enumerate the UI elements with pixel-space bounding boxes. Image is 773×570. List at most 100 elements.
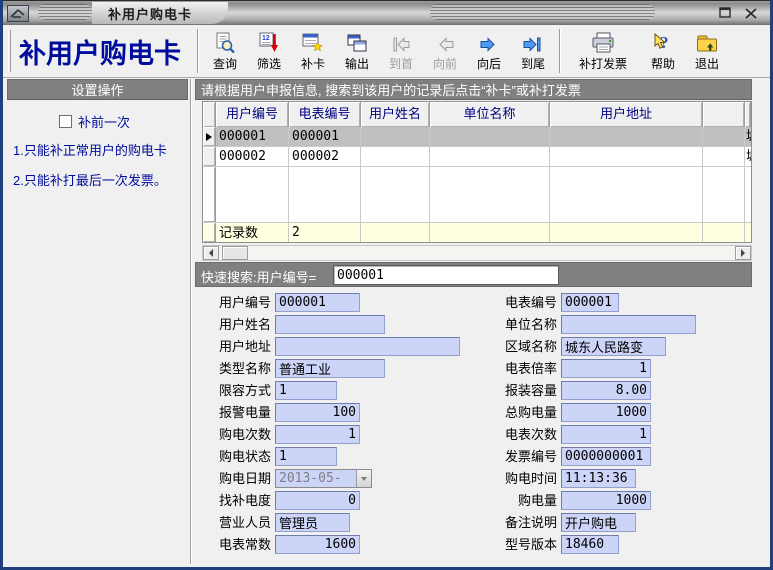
- field-area-name[interactable]: [561, 337, 666, 356]
- column-header-user-name[interactable]: 用户姓名: [361, 102, 430, 127]
- cell-user-id[interactable]: 000002: [216, 147, 289, 166]
- cell-clipped[interactable]: 城: [745, 147, 751, 166]
- toolbar-button-label: 补卡: [301, 55, 325, 72]
- field-user-id[interactable]: [275, 293, 360, 312]
- reissue-previous-checkbox[interactable]: 补前一次: [59, 112, 130, 131]
- field-user-address[interactable]: [275, 337, 460, 356]
- field-label-adjust-power: 找补电度: [193, 491, 271, 510]
- cell-meter-id[interactable]: 000002: [289, 147, 361, 166]
- scrollbar-thumb[interactable]: [222, 246, 248, 260]
- dropdown-button[interactable]: [356, 470, 371, 487]
- app-window: 补用户购电卡 补用户购电卡 查询 12 筛选: [0, 0, 773, 570]
- field-label-meter-id: 电表编号: [479, 293, 557, 312]
- field-operator[interactable]: [275, 513, 350, 532]
- checkbox-label: 补前一次: [78, 112, 130, 131]
- toolbar-button-next[interactable]: 向后: [467, 26, 511, 76]
- purchase-date-value: 2013-05-25: [276, 470, 356, 487]
- toolbar-button-last[interactable]: 到尾: [511, 26, 555, 76]
- field-purchase-date[interactable]: 2013-05-25: [275, 469, 372, 488]
- field-alarm-power[interactable]: [275, 403, 360, 422]
- quick-search-input[interactable]: [333, 265, 559, 285]
- query-icon: [213, 30, 237, 55]
- toolbar-button-label: 查询: [213, 55, 237, 72]
- scroll-right-arrow-icon[interactable]: [735, 246, 751, 260]
- field-capacity-limit-mode[interactable]: [275, 381, 337, 400]
- row-selector-cell[interactable]: [203, 147, 216, 166]
- field-model-version[interactable]: [561, 535, 619, 554]
- toolbar-button-label: 到尾: [521, 55, 545, 72]
- toolbar-button-help[interactable]: ? 帮助: [641, 26, 685, 76]
- cell-clipped[interactable]: [703, 147, 745, 166]
- field-adjust-power[interactable]: [275, 491, 360, 510]
- toolbar-button-reprint-invoice[interactable]: 补打发票: [565, 26, 641, 76]
- cell-clipped[interactable]: [703, 127, 745, 146]
- field-invoice-number[interactable]: [561, 447, 651, 466]
- field-purchase-amount[interactable]: [561, 491, 651, 510]
- field-unit-name[interactable]: [561, 315, 696, 334]
- column-header-user-id[interactable]: 用户编号: [216, 102, 289, 127]
- cell-user-name[interactable]: [361, 127, 430, 146]
- field-purchase-status[interactable]: [275, 447, 337, 466]
- row-selector-cell[interactable]: [203, 127, 216, 146]
- field-label-meter-count: 电表次数: [479, 425, 557, 444]
- scroll-left-arrow-icon[interactable]: [203, 246, 219, 260]
- titlebar: 补用户购电卡: [0, 0, 773, 26]
- field-meter-count[interactable]: [561, 425, 651, 444]
- column-header-unit-name[interactable]: 单位名称: [430, 102, 550, 127]
- cell-unit-name[interactable]: [430, 127, 550, 146]
- field-purchase-time[interactable]: [561, 469, 636, 488]
- field-purchase-count[interactable]: [275, 425, 360, 444]
- field-meter-ratio[interactable]: [561, 359, 651, 378]
- checkbox-icon[interactable]: [59, 115, 72, 128]
- cell-user-address[interactable]: [550, 127, 703, 146]
- field-label-user-name: 用户姓名: [193, 315, 271, 334]
- field-meter-constant[interactable]: [275, 535, 360, 554]
- maximize-button[interactable]: [717, 6, 733, 20]
- table-header-row: 用户编号 电表编号 用户姓名 单位名称 用户地址: [203, 102, 751, 127]
- toolbar-button-output[interactable]: 输出: [335, 26, 379, 76]
- toolbar-button-first[interactable]: 到首: [379, 26, 423, 76]
- toolbar-separator: [559, 29, 561, 73]
- column-header-user-address[interactable]: 用户地址: [550, 102, 703, 127]
- toolbar-button-filter[interactable]: 12 筛选: [247, 26, 291, 76]
- cell-user-name[interactable]: [361, 147, 430, 166]
- column-header-meter-id[interactable]: 电表编号: [289, 102, 361, 127]
- sidebar-note: 2.只能补打最后一次发票。: [13, 170, 167, 189]
- toolbar: 补用户购电卡 查询 12 筛选 补卡 输出: [3, 25, 770, 78]
- field-total-purchased-power[interactable]: [561, 403, 651, 422]
- printer-icon: [589, 30, 617, 55]
- toolbar-button-label: 退出: [695, 55, 719, 72]
- table-corner-cell: [203, 102, 216, 127]
- field-label-user-address: 用户地址: [193, 337, 271, 356]
- first-arrow-icon: [389, 30, 413, 55]
- table-empty-area: [203, 167, 751, 222]
- cell-meter-id[interactable]: 000001: [289, 127, 361, 146]
- next-arrow-icon: [477, 30, 501, 55]
- prev-arrow-icon: [433, 30, 457, 55]
- toolbar-button-exit[interactable]: 退出: [685, 26, 729, 76]
- quick-search-label: 快速搜索:用户编号=: [201, 267, 316, 286]
- field-label-remark: 备注说明: [479, 513, 557, 532]
- field-remark[interactable]: [561, 513, 636, 532]
- field-type-name[interactable]: [275, 359, 385, 378]
- cell-clipped[interactable]: 城: [745, 127, 751, 146]
- field-label-purchase-status: 购电状态: [193, 447, 271, 466]
- exit-icon: [695, 30, 719, 55]
- toolbar-button-query[interactable]: 查询: [203, 26, 247, 76]
- table-horizontal-scrollbar[interactable]: [202, 245, 752, 261]
- svg-text:12: 12: [262, 35, 270, 42]
- table-row[interactable]: 000001 000001 城: [203, 127, 751, 147]
- cell-user-address[interactable]: [550, 147, 703, 166]
- cell-user-id[interactable]: 000001: [216, 127, 289, 146]
- toolbar-button-reissue-card[interactable]: 补卡: [291, 26, 335, 76]
- field-user-name[interactable]: [275, 315, 385, 334]
- field-installed-capacity[interactable]: [561, 381, 651, 400]
- toolbar-button-label: 向前: [433, 55, 457, 72]
- field-label-purchase-time: 购电时间: [479, 469, 557, 488]
- cell-unit-name[interactable]: [430, 147, 550, 166]
- field-label-unit-name: 单位名称: [479, 315, 557, 334]
- close-button[interactable]: [743, 6, 759, 20]
- field-meter-id[interactable]: [561, 293, 619, 312]
- table-row[interactable]: 000002 000002 城: [203, 147, 751, 167]
- toolbar-button-prev[interactable]: 向前: [423, 26, 467, 76]
